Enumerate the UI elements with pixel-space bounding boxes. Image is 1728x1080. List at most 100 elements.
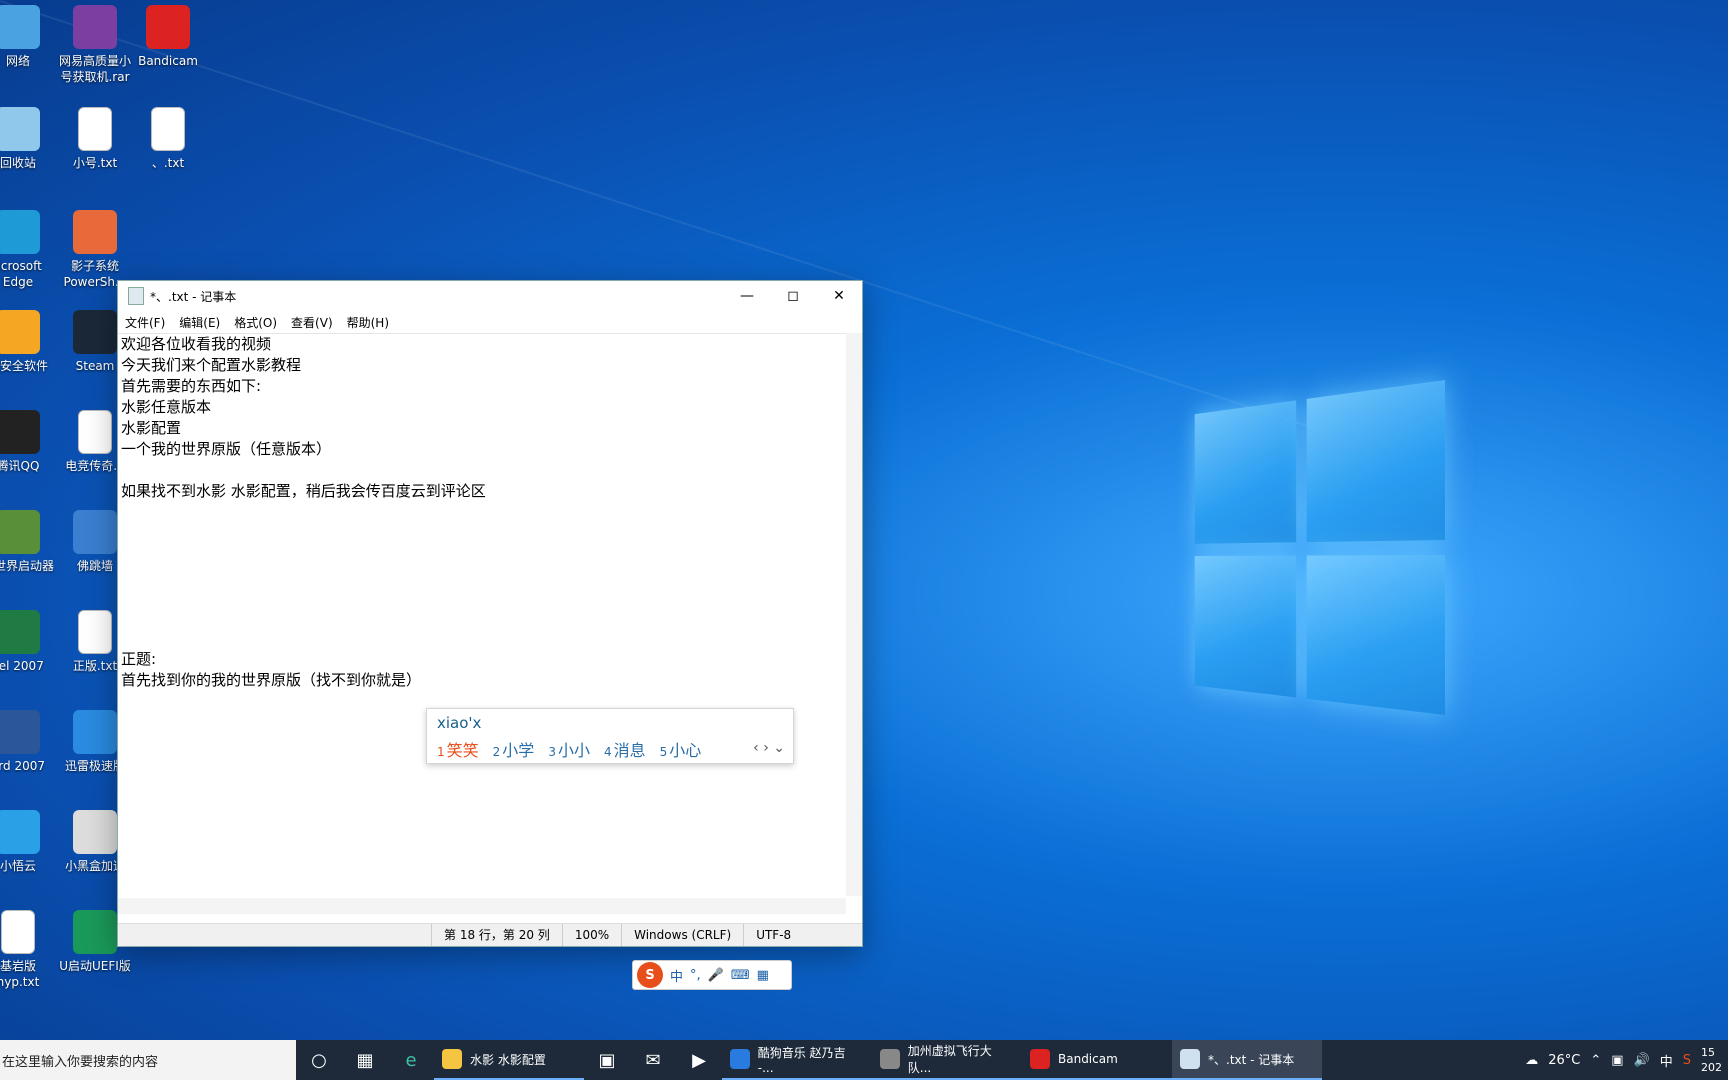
minecraft-launcher-icon — [0, 510, 40, 554]
desktop-icon-label: 小悟云 — [0, 858, 58, 874]
desktop-icon[interactable]: cel 2007 — [0, 610, 58, 674]
menu-help[interactable]: 帮助(H) — [340, 314, 396, 331]
maximize-button[interactable]: ◻ — [770, 281, 816, 311]
text-file-icon — [78, 610, 112, 654]
window-title: *、.txt - 记事本 — [150, 288, 236, 305]
ime-candidate[interactable]: 2 小学 — [493, 737, 535, 761]
windows-logo-wallpaper — [1195, 380, 1445, 740]
ime-candidate[interactable]: 3 小小 — [548, 737, 590, 761]
ime-candidate[interactable]: 4 消息 — [604, 737, 646, 761]
desktop-icon-label: 基岩版 hyp.txt — [0, 958, 58, 990]
desktop-icon[interactable]: 回收站 — [0, 107, 58, 171]
desktop-icon[interactable]: 腾讯QQ — [0, 410, 58, 474]
text-line: 今天我们来个配置水影教程 — [121, 355, 862, 376]
edge-icon — [0, 210, 40, 254]
volume-icon[interactable]: 🔊 — [1634, 1053, 1650, 1068]
desktop-icon[interactable]: 影子系统 PowerSh... — [55, 210, 135, 290]
desktop-icon[interactable]: ord 2007 — [0, 710, 58, 774]
mail-icon[interactable]: ✉ — [630, 1040, 676, 1080]
ime-lang-indicator[interactable]: 中 — [1660, 1051, 1673, 1070]
notepad-icon — [128, 287, 144, 305]
desktop-icon[interactable]: 网络 — [0, 5, 58, 69]
keyboard-icon[interactable]: ⌨ — [731, 968, 750, 983]
ime-mode[interactable]: 中 — [670, 966, 683, 985]
text-line: 如果找不到水影 水影配置，稍后我会传百度云到评论区 — [121, 481, 862, 502]
text-line — [121, 502, 862, 523]
clock-date: 202 — [1701, 1060, 1722, 1075]
taskbar-app[interactable]: Bandicam — [1022, 1040, 1172, 1080]
desktop-icon[interactable]: Bandicam — [128, 5, 208, 69]
ime-candidate[interactable]: 1 笑笑 — [437, 737, 479, 761]
folder-icon — [442, 1049, 462, 1069]
cortana-icon[interactable]: ○ — [296, 1040, 342, 1080]
taskbar-apps: 水影 水影配置 ▣ ✉ ▶ 酷狗音乐 赵乃吉 -... 加州虚拟飞行大队... Bandic… — [434, 1040, 1322, 1080]
desktop-icon[interactable]: 、.txt — [128, 107, 208, 171]
desktop-icon-label: Bandicam — [128, 53, 208, 69]
menu-bar: 文件(F) 编辑(E) 格式(O) 查看(V) 帮助(H) — [118, 311, 862, 333]
shadow-system-icon — [73, 210, 117, 254]
status-position: 第 18 行，第 20 列 — [431, 924, 562, 946]
sogou-tray-icon[interactable]: S — [1683, 1053, 1691, 1068]
text-line: 首先找到你的我的世界原版（找不到你就是） — [121, 670, 862, 691]
store-icon[interactable]: ▣ — [584, 1040, 630, 1080]
notepad-window[interactable]: *、.txt - 记事本 — ◻ ✕ 文件(F) 编辑(E) 格式(O) 查看(… — [117, 280, 863, 947]
title-bar[interactable]: *、.txt - 记事本 — ◻ ✕ — [118, 281, 862, 311]
menu-view[interactable]: 查看(V) — [284, 314, 340, 331]
taskbar-app[interactable]: *、.txt - 记事本 — [1172, 1040, 1322, 1080]
xunlei-icon — [73, 710, 117, 754]
text-line: 首先需要的东西如下: — [121, 376, 862, 397]
clock-time: 15 — [1701, 1045, 1722, 1060]
desktop-icon-label: ord 2007 — [0, 758, 58, 774]
ime-composition: xiao'x — [437, 714, 481, 732]
desktop-icon[interactable]: 小悟云 — [0, 810, 58, 874]
security-icon — [0, 310, 40, 354]
minimize-button[interactable]: — — [724, 281, 770, 311]
text-line: 欢迎各位收看我的视频 — [121, 334, 862, 355]
menu-format[interactable]: 格式(O) — [227, 314, 284, 331]
file-icon — [78, 410, 112, 454]
task-view-icon[interactable]: ▦ — [342, 1040, 388, 1080]
network-tray-icon[interactable]: ▣ — [1611, 1053, 1623, 1068]
text-editor[interactable]: 欢迎各位收看我的视频 今天我们来个配置水影教程 首先需要的东西如下: 水影任意版本 水影… — [118, 333, 862, 896]
menu-file[interactable]: 文件(F) — [118, 314, 172, 331]
ime-status-bar[interactable]: S 中 °, 🎤 ⌨ ▦ — [632, 960, 792, 990]
taskbar-app[interactable]: 酷狗音乐 赵乃吉 -... — [722, 1040, 872, 1080]
chat-icon — [880, 1049, 900, 1069]
microphone-icon[interactable]: 🎤 — [708, 968, 724, 983]
weather-temp[interactable]: 26°C — [1548, 1053, 1580, 1068]
desktop-icon[interactable]: 基岩版 hyp.txt — [0, 910, 58, 990]
desktop-icon[interactable]: 的世界启动器 — [0, 510, 58, 574]
text-line — [121, 607, 862, 628]
ime-candidate[interactable]: 5 小心 — [660, 737, 702, 761]
system-tray: ☁ 26°C ⌃ ▣ 🔊 中 S 15 202 — [1525, 1045, 1728, 1075]
uqidong-icon — [73, 910, 117, 954]
media-icon[interactable]: ▶ — [676, 1040, 722, 1080]
excel-icon — [0, 610, 40, 654]
chevron-up-icon[interactable]: ⌃ — [1590, 1053, 1601, 1068]
search-box[interactable]: 在这里输入你要搜索的内容 — [0, 1040, 296, 1080]
text-line: 正题: — [121, 649, 862, 670]
text-file-icon — [1, 910, 35, 954]
desktop-icon[interactable]: 戏安全软件 — [0, 310, 58, 374]
menu-edit[interactable]: 编辑(E) — [172, 314, 227, 331]
status-zoom: 100% — [562, 924, 621, 946]
ime-page-nav[interactable]: ‹ › ⌄ — [753, 740, 785, 756]
grid-icon[interactable]: ▦ — [757, 968, 769, 983]
taskbar-app[interactable]: 加州虚拟飞行大队... — [872, 1040, 1022, 1080]
taskbar-app[interactable]: 水影 水影配置 — [434, 1040, 584, 1080]
taskbar-app-label: 水影 水影配置 — [470, 1051, 546, 1068]
winrar-icon — [73, 5, 117, 49]
close-button[interactable]: ✕ — [816, 281, 862, 311]
weather-icon[interactable]: ☁ — [1525, 1053, 1538, 1068]
steam-icon — [73, 310, 117, 354]
punctuation-icon[interactable]: °, — [690, 968, 701, 983]
horizontal-scrollbar[interactable] — [118, 898, 846, 914]
kugou-icon — [730, 1049, 750, 1069]
edge-taskbar-icon[interactable]: e — [388, 1040, 434, 1080]
search-placeholder: 在这里输入你要搜索的内容 — [2, 1051, 158, 1070]
desktop-icon[interactable]: 小号.txt — [55, 107, 135, 171]
clock[interactable]: 15 202 — [1701, 1045, 1722, 1075]
desktop-icon[interactable]: licrosoft Edge — [0, 210, 58, 290]
desktop-icon[interactable]: 网易高质量小号获取机.rar — [55, 5, 135, 85]
vertical-scrollbar[interactable] — [846, 333, 862, 896]
